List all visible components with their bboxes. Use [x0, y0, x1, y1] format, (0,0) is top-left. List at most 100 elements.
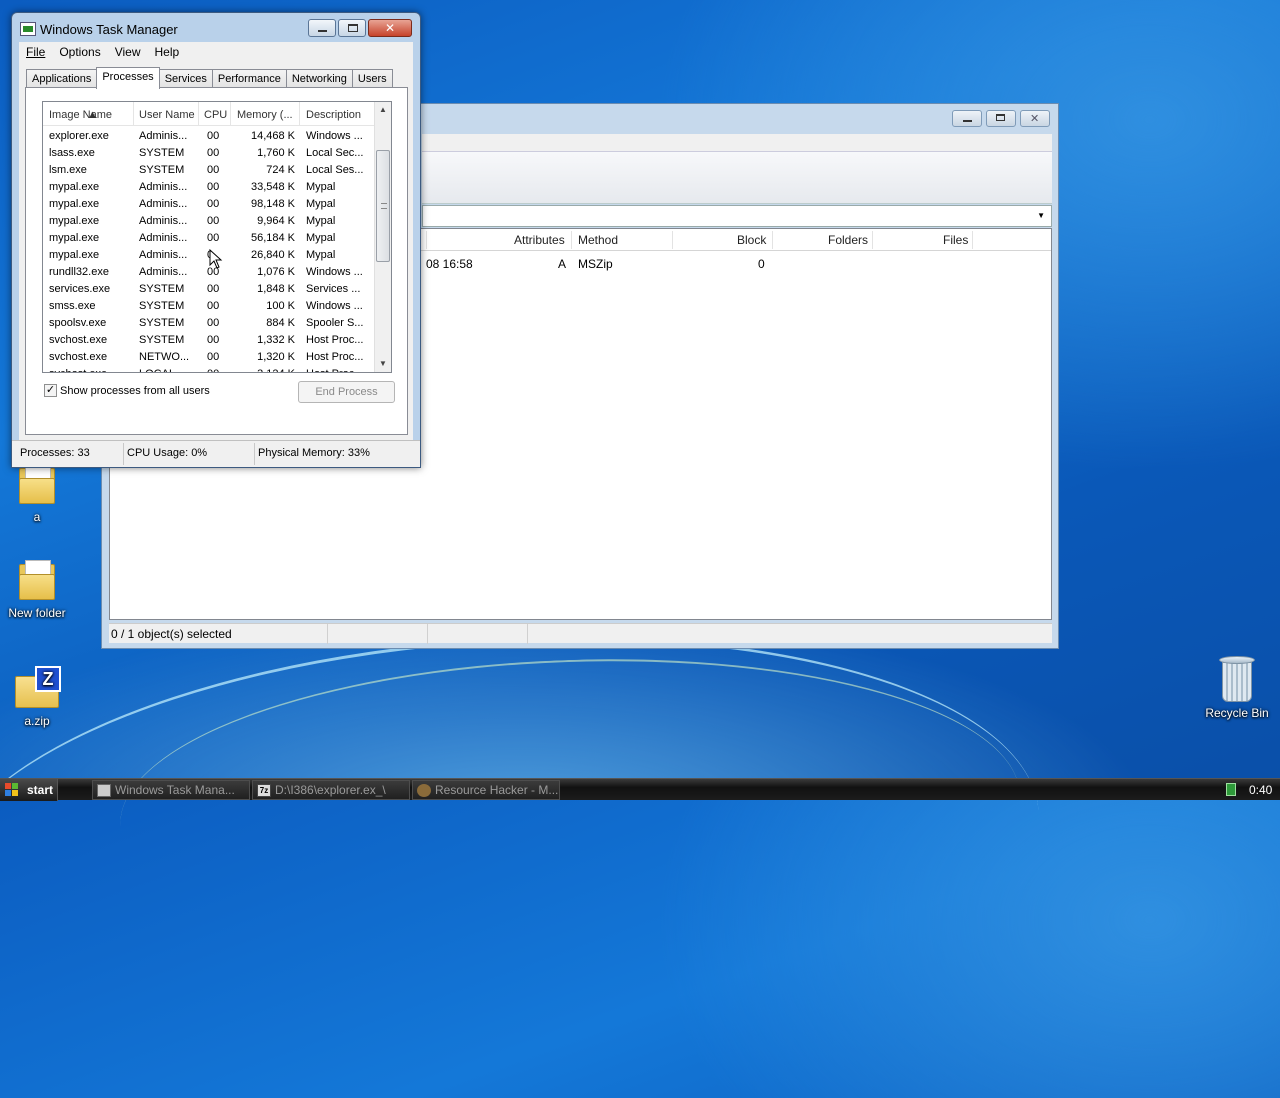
taskbar-button-explorer[interactable]: 7z D:\I386\explorer.ex_\	[252, 780, 410, 800]
menu-options[interactable]: Options	[52, 42, 107, 62]
table-row[interactable]: lsm.exe SYSTEM 00 724 K Local Ses...	[43, 162, 376, 179]
vertical-scrollbar[interactable]: ▲ ▼	[374, 102, 391, 372]
show-all-users-checkbox[interactable]: ✓ Show processes from all users	[44, 384, 210, 397]
end-process-button[interactable]: End Process	[298, 381, 395, 403]
taskbar-button-task-manager[interactable]: Windows Task Mana...	[92, 780, 250, 800]
column-header-user-name[interactable]: User Name	[139, 109, 195, 121]
toolbar	[422, 152, 1052, 204]
cell-user-name: Adminis...	[139, 232, 188, 244]
table-row[interactable]: mypal.exe Adminis... 00 56,184 K Mypal	[43, 230, 376, 247]
table-row[interactable]: spoolsv.exe SYSTEM 00 884 K Spooler S...	[43, 315, 376, 332]
table-row[interactable]: services.exe SYSTEM 00 1,848 K Services ...	[43, 281, 376, 298]
minimize-icon	[318, 30, 327, 32]
address-dropdown[interactable]: ▼	[422, 205, 1052, 227]
cell-description: Windows ...	[306, 300, 363, 312]
cell-image-name: mypal.exe	[49, 232, 100, 244]
cell-cpu: 00	[207, 164, 220, 176]
clock[interactable]: 0:40	[1249, 783, 1272, 797]
window-title: Windows Task Manager	[40, 22, 178, 37]
table-row[interactable]: svchost.exe LOCAL ... 00 3,124 K Host Proc..…	[43, 366, 376, 372]
table-row[interactable]: svchost.exe SYSTEM 00 1,332 K Host Proc...	[43, 332, 376, 349]
taskbar-button-label: Windows Task Mana...	[115, 783, 235, 797]
tab-networking[interactable]: Networking	[285, 69, 353, 88]
menu-file[interactable]: File	[19, 42, 52, 62]
cell-user-name: Adminis...	[139, 198, 188, 210]
desktop-icon-a[interactable]: a	[0, 462, 74, 524]
tab-applications[interactable]: Applications	[26, 69, 98, 88]
close-button[interactable]: ✕	[1020, 110, 1050, 127]
chevron-down-icon[interactable]: ▼	[1037, 211, 1045, 220]
table-row[interactable]: lsass.exe SYSTEM 00 1,760 K Local Sec...	[43, 145, 376, 162]
cell-description: Windows ...	[306, 130, 363, 142]
cell-description: Host Proc...	[306, 368, 368, 372]
title-bar[interactable]: Windows Task Manager ✕	[12, 13, 420, 43]
tab-services[interactable]: Services	[158, 69, 213, 88]
table-row[interactable]: smss.exe SYSTEM 00 100 K Windows ...	[43, 298, 376, 315]
show-all-users-label[interactable]: Show processes from all users	[60, 385, 210, 397]
cell-user-name: Adminis...	[139, 249, 188, 261]
task-manager-icon	[20, 22, 36, 36]
maximize-icon	[348, 24, 358, 32]
scroll-down-arrow-icon[interactable]: ▼	[375, 356, 391, 372]
cell-cpu: 00	[207, 232, 220, 244]
cell-user-name: SYSTEM	[139, 283, 185, 295]
maximize-button[interactable]	[338, 19, 366, 37]
cell-cpu: 00	[207, 147, 220, 159]
7zip-icon: 7z	[257, 784, 271, 797]
table-row[interactable]: mypal.exe Adminis... 00 98,148 K Mypal	[43, 196, 376, 213]
close-button[interactable]: ✕	[368, 19, 412, 37]
table-row[interactable]: mypal.exe Adminis... 00 9,964 K Mypal	[43, 213, 376, 230]
cell-cpu: 00	[207, 198, 220, 210]
column-header-block[interactable]: Block	[737, 233, 766, 247]
tab-performance[interactable]: Performance	[211, 69, 287, 88]
column-header-folders[interactable]: Folders	[828, 233, 868, 247]
table-row[interactable]: explorer.exe Adminis... 00 14,468 K Windows …	[43, 128, 376, 145]
desktop-icon-label: Recycle Bin	[1205, 706, 1269, 720]
cell-description: Mypal	[306, 232, 336, 244]
desktop-icon-new-folder[interactable]: New folder	[0, 558, 74, 620]
column-header-method[interactable]: Method	[578, 233, 618, 247]
cell-image-name: lsass.exe	[49, 147, 95, 159]
cell-memory: 884 K	[266, 317, 295, 329]
status-bar: 0 / 1 object(s) selected	[109, 623, 1052, 644]
cell-user-name: NETWO...	[139, 351, 190, 363]
minimize-button[interactable]	[952, 110, 982, 127]
cell-cpu: 00	[207, 215, 220, 227]
network-status-icon[interactable]	[1226, 783, 1236, 796]
scrollbar-thumb[interactable]	[376, 150, 390, 262]
process-list[interactable]: ▲ Image Name User Name CPU Memory (... D…	[42, 101, 392, 373]
column-header-files[interactable]: Files	[943, 233, 968, 247]
maximize-button[interactable]	[986, 110, 1016, 127]
cell-user-name: SYSTEM	[139, 147, 185, 159]
cell-description: Windows ...	[306, 266, 363, 278]
column-header-cpu[interactable]: CPU	[204, 109, 227, 121]
cell-image-name: svchost.exe	[49, 334, 108, 346]
task-manager-window[interactable]: Windows Task Manager ✕ File Options View…	[11, 12, 421, 468]
status-process-count: Processes: 33	[20, 447, 90, 459]
checkmark-icon[interactable]: ✓	[44, 384, 57, 397]
menu-bar	[422, 134, 1052, 152]
cell-description: Host Proc...	[306, 351, 364, 363]
cell-image-name: explorer.exe	[49, 130, 109, 142]
menu-view[interactable]: View	[108, 42, 148, 62]
desktop-icon-a-zip[interactable]: Z a.zip	[0, 666, 74, 728]
tab-processes[interactable]: Processes	[96, 67, 160, 89]
column-header-description[interactable]: Description	[306, 109, 361, 121]
cell-memory: 98,148 K	[250, 198, 295, 210]
table-row[interactable]: svchost.exe NETWO... 00 1,320 K Host Proc...	[43, 349, 376, 366]
cell-description: Mypal	[306, 181, 336, 193]
table-row[interactable]: mypal.exe Adminis... 00 33,548 K Mypal	[43, 179, 376, 196]
cell-cpu: 00	[207, 283, 220, 295]
cell-user-name: SYSTEM	[139, 300, 185, 312]
minimize-button[interactable]	[308, 19, 336, 37]
window-controls: ✕	[952, 110, 1050, 127]
start-button[interactable]: start	[0, 779, 58, 801]
column-header-image-name[interactable]: Image Name	[49, 109, 112, 121]
menu-help[interactable]: Help	[148, 42, 187, 62]
taskbar-button-resource-hacker[interactable]: Resource Hacker - M...	[412, 780, 560, 800]
desktop-icon-recycle-bin[interactable]: Recycle Bin	[1200, 656, 1274, 720]
column-header-memory[interactable]: Memory (...	[237, 109, 293, 121]
scroll-up-arrow-icon[interactable]: ▲	[375, 102, 391, 118]
column-header-attributes[interactable]: Attributes	[514, 233, 565, 247]
tab-users[interactable]: Users	[351, 69, 393, 88]
